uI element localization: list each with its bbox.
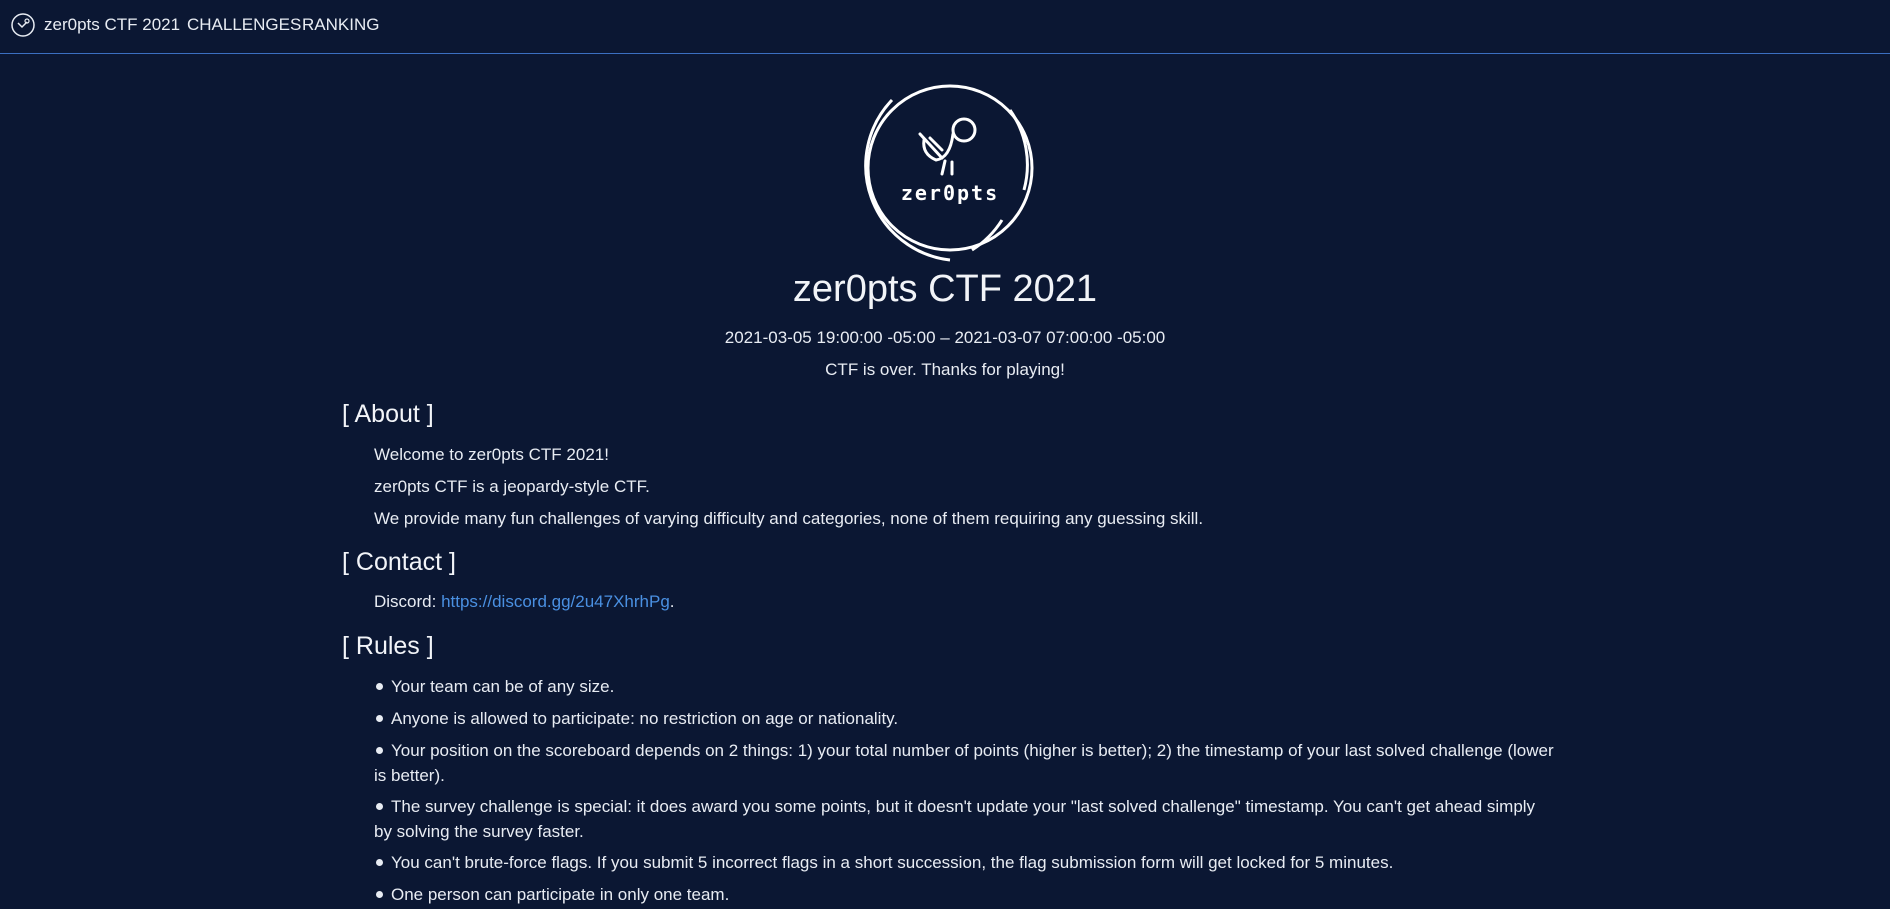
top-navbar: zer0pts CTF 2021 CHALLENGES RANKING xyxy=(0,0,1890,54)
rule-item: You can't brute-force flags. If you subm… xyxy=(374,850,1554,875)
rule-item: Your position on the scoreboard depends … xyxy=(374,741,1554,785)
rule-item: Your team can be of any size. xyxy=(374,674,1554,699)
rule-item: The survey challenge is special: it does… xyxy=(374,797,1536,841)
contact-line: Discord: https://discord.gg/2u47XhrhPg. xyxy=(374,592,675,612)
bullet-icon xyxy=(376,683,383,691)
bullet-icon xyxy=(376,715,383,723)
bullet-icon xyxy=(376,747,383,755)
contact-suffix: . xyxy=(669,592,675,611)
contact-heading: [ Contact ] xyxy=(342,548,456,576)
event-dates: 2021-03-05 19:00:00 -05:00 – 2021-03-07 … xyxy=(724,328,1166,347)
bullet-icon xyxy=(376,859,383,867)
bullet-icon xyxy=(376,891,383,899)
logo-text: zer0pts xyxy=(901,181,999,205)
about-line: We provide many fun challenges of varyin… xyxy=(374,509,1204,528)
event-status: CTF is over. Thanks for playing! xyxy=(825,360,1065,379)
about-heading: [ About ] xyxy=(342,400,434,428)
bullet-icon xyxy=(376,803,383,811)
zer0pts-logo-icon xyxy=(10,12,36,38)
nav-challenges[interactable]: CHALLENGES xyxy=(187,15,301,35)
page-title: zer0pts CTF 2021 xyxy=(792,268,1098,310)
rule-item: One person can participate in only one t… xyxy=(374,882,1554,907)
discord-link[interactable]: https://discord.gg/2u47XhrhPg xyxy=(441,592,670,611)
brand-link[interactable]: zer0pts CTF 2021 xyxy=(10,12,180,38)
nav-ranking[interactable]: RANKING xyxy=(302,15,379,35)
contact-label: Discord: xyxy=(374,592,442,611)
rules-heading: [ Rules ] xyxy=(342,632,434,660)
brand-name: zer0pts CTF 2021 xyxy=(44,15,181,34)
about-line: zer0pts CTF is a jeopardy-style CTF. xyxy=(374,477,650,496)
about-line: Welcome to zer0pts CTF 2021! xyxy=(374,445,609,464)
zer0pts-emblem-logo: zer0pts xyxy=(852,70,1048,266)
rule-item: Anyone is allowed to participate: no res… xyxy=(374,706,1554,731)
bird-icon xyxy=(918,117,977,176)
